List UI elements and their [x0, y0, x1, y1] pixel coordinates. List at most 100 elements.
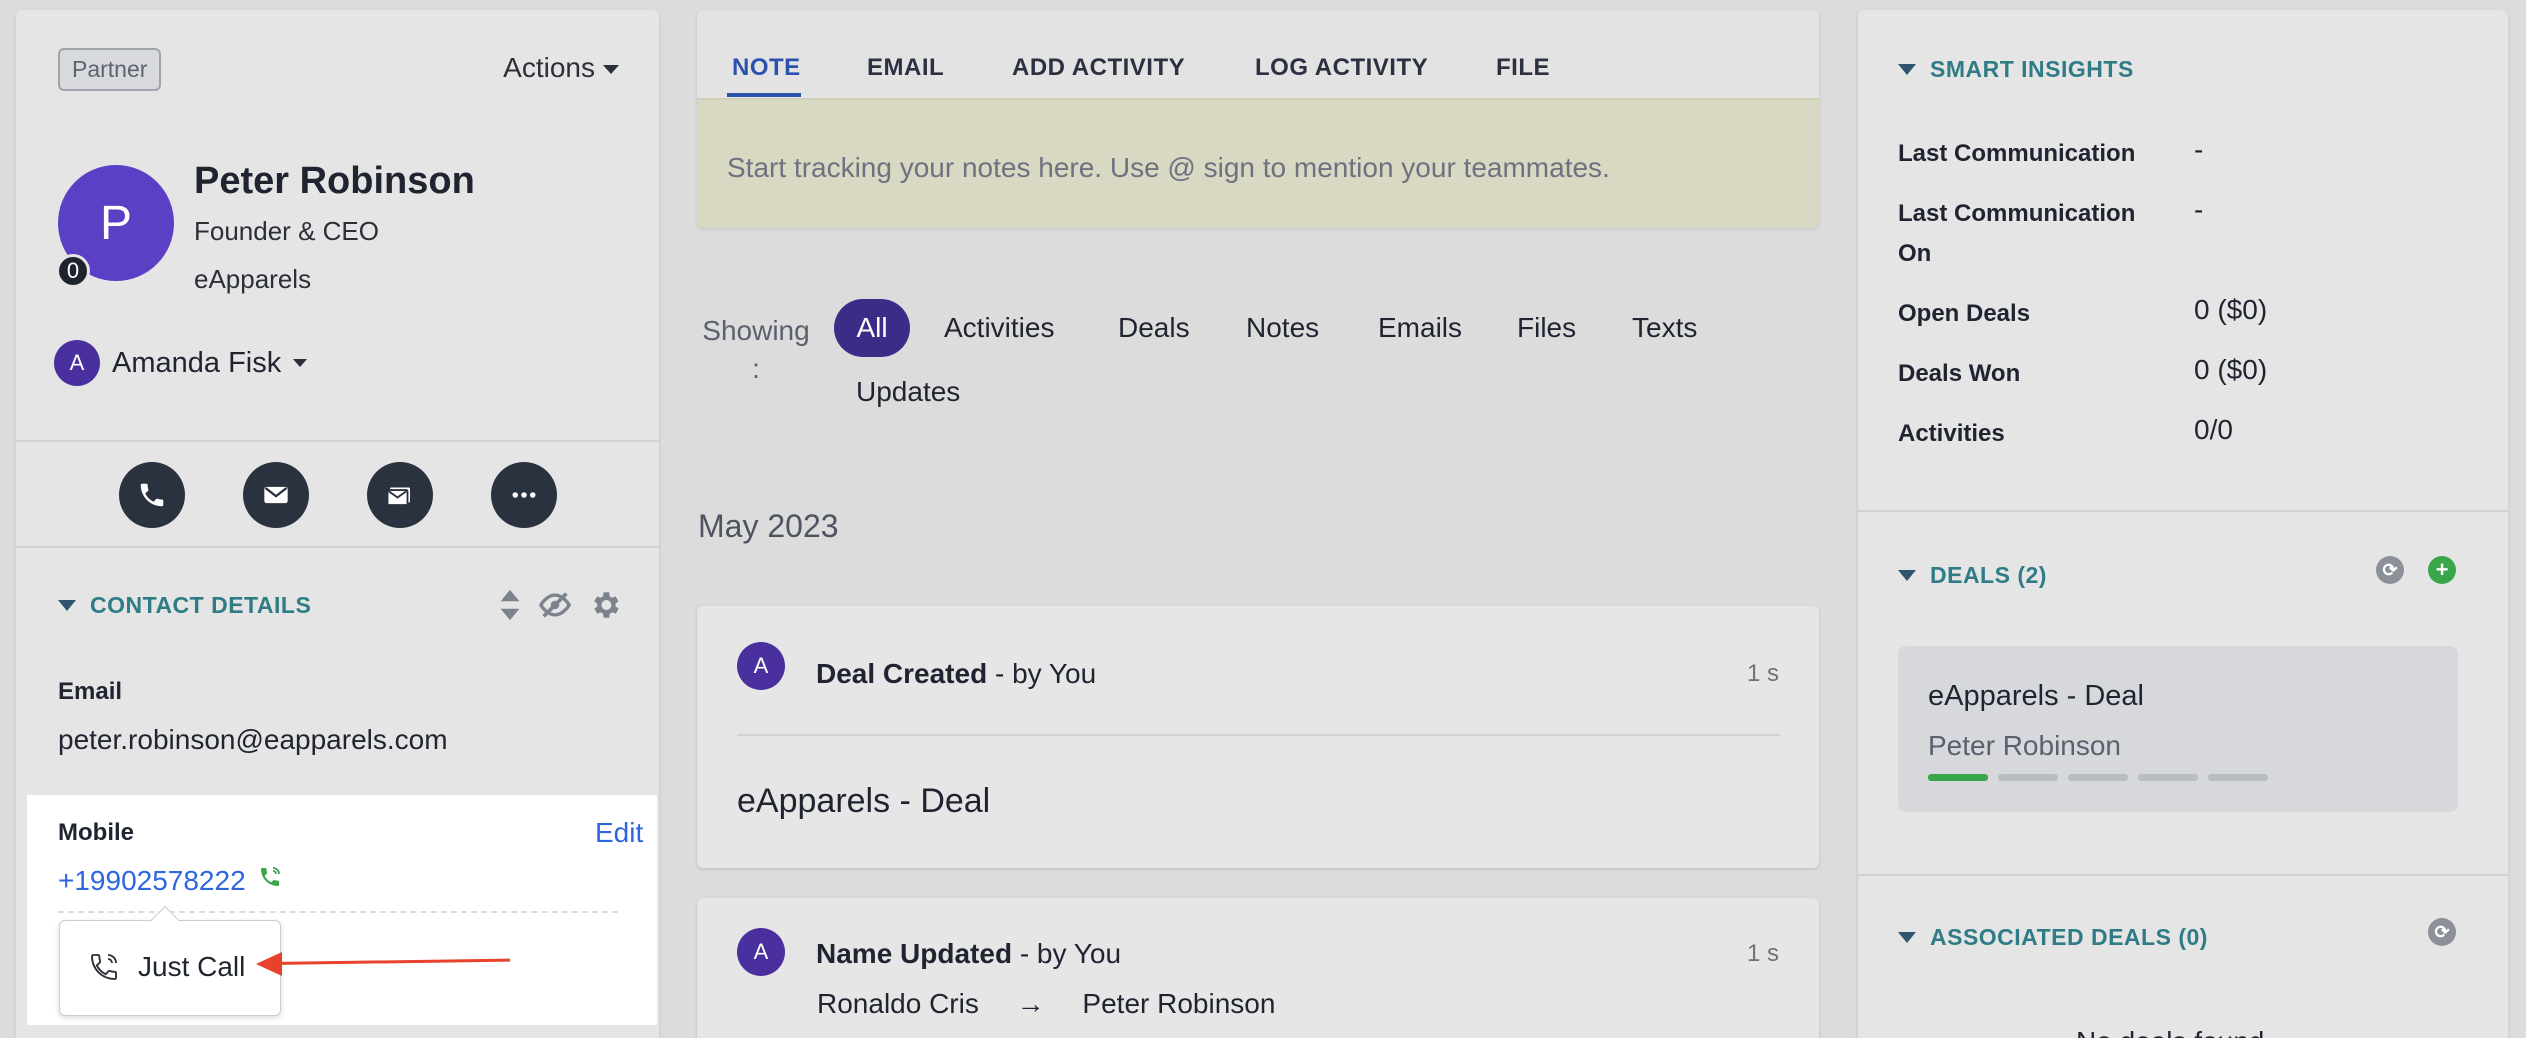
deal-card[interactable]: eApparels - Deal Peter Robinson [1898, 646, 2458, 812]
contact-company[interactable]: eApparels [194, 264, 311, 295]
email-value[interactable]: peter.robinson@eapparels.com [58, 724, 448, 756]
active-tab-underline [727, 93, 801, 97]
email-label: Email [58, 678, 123, 705]
edit-button[interactable]: Edit [595, 817, 643, 849]
call-icon[interactable] [258, 865, 282, 889]
contact-name: Peter Robinson [194, 160, 475, 202]
divider [1858, 874, 2508, 876]
actions-label: Actions [503, 52, 595, 83]
filter-activities[interactable]: Activities [944, 312, 1054, 344]
insight-label: Open Deals [1898, 300, 2031, 327]
email-button[interactable] [243, 462, 309, 528]
timeline-month: May 2023 [698, 508, 839, 544]
arrow-right-icon: → [1016, 988, 1045, 1019]
filter-all[interactable]: All [834, 299, 910, 357]
insight-value: - [2194, 194, 2204, 225]
eye-off-icon[interactable] [538, 588, 572, 622]
deals-toggle[interactable]: DEALS (2) [1898, 562, 2047, 589]
insight-value: - [2194, 134, 2204, 165]
mobile-value: +19902578222 [58, 865, 246, 896]
filter-notes[interactable]: Notes [1246, 312, 1319, 344]
divider [16, 546, 659, 548]
sms-button[interactable] [367, 462, 433, 528]
mobile-field-section: Mobile Edit +19902578222 Just Call [27, 795, 657, 1025]
showing-text: Showing [702, 315, 810, 346]
associated-deals-toggle[interactable]: ASSOCIATED DEALS (0) [1898, 924, 2208, 951]
showing-colon: : [752, 353, 760, 384]
phone-icon [140, 483, 164, 507]
deals-heading: DEALS (2) [1930, 562, 2047, 588]
filter-deals[interactable]: Deals [1118, 312, 1190, 344]
activity-by: - by You [1012, 938, 1122, 969]
divider [16, 440, 659, 442]
caret-down-icon [58, 600, 76, 611]
owner-selector[interactable]: A Amanda Fisk [54, 340, 308, 386]
activity-title-main: Name Updated [816, 938, 1013, 969]
tab-file[interactable]: FILE [1496, 54, 1550, 82]
contact-title: Founder & CEO [194, 216, 379, 246]
deal-stage-segment [2068, 774, 2128, 781]
actions-menu-button[interactable]: Actions [503, 52, 619, 84]
insight-value: 0 ($0) [2194, 294, 2268, 325]
insight-label: Last Communication On [1898, 200, 2136, 267]
activity-by: - by You [987, 658, 1097, 689]
partner-badge: Partner [58, 48, 162, 91]
refresh-icon[interactable]: ⟳ [2428, 918, 2456, 946]
filter-texts[interactable]: Texts [1632, 312, 1697, 344]
deal-stage-segment [2138, 774, 2198, 781]
tab-add-activity[interactable]: ADD ACTIVITY [1012, 54, 1185, 82]
caret-down-icon [603, 65, 619, 75]
timeline-card-deal-created: A Deal Created - by You 1 s eApparels - … [697, 606, 1819, 868]
contact-details-toggle[interactable]: CONTACT DETAILS [58, 592, 311, 619]
filter-updates[interactable]: Updates [856, 376, 960, 408]
new-name: Peter Robinson [1082, 988, 1276, 1019]
mobile-phone-link[interactable]: +19902578222 [58, 865, 246, 897]
activity-avatar: A [737, 928, 785, 976]
deal-stage-segment [1928, 774, 1988, 781]
note-input[interactable]: Start tracking your notes here. Use @ si… [697, 98, 1819, 228]
add-icon[interactable]: + [2428, 556, 2456, 584]
call-button[interactable] [119, 462, 185, 528]
sort-icon[interactable] [496, 588, 524, 622]
tab-log-activity[interactable]: LOG ACTIVITY [1255, 54, 1428, 82]
owner-name: Amanda Fisk [112, 346, 282, 379]
dashed-divider [58, 911, 618, 913]
no-deals-message: No deals found [2076, 1026, 2264, 1038]
deal-stage-segment [1998, 774, 2058, 781]
card-divider [737, 734, 1780, 736]
associated-deals-heading: ASSOCIATED DEALS (0) [1930, 924, 2208, 950]
activity-avatar: A [737, 642, 785, 690]
refresh-icon[interactable]: ⟳ [2376, 556, 2404, 584]
gear-icon[interactable] [588, 588, 622, 622]
insight-value: 0/0 [2194, 414, 2233, 445]
annotation-arrow-head [256, 952, 282, 976]
showing-label: Showing : [700, 312, 812, 388]
filter-files[interactable]: Files [1517, 312, 1576, 344]
more-button[interactable] [491, 462, 557, 528]
composer-panel: NOTE EMAIL ADD ACTIVITY LOG ACTIVITY FIL… [697, 10, 1819, 228]
insights-panel: SMART INSIGHTS Last Communication - Last… [1858, 10, 2508, 1038]
deal-stage-segment [2208, 774, 2268, 781]
insight-label: Deals Won [1898, 360, 2021, 387]
caret-down-icon [1898, 570, 1916, 581]
caret-down-icon [1898, 932, 1916, 943]
owner-avatar: A [54, 340, 100, 386]
activity-time: 1 s [1747, 660, 1780, 687]
caret-down-icon [293, 359, 308, 367]
just-call-label: Just Call [138, 951, 246, 982]
mobile-label: Mobile [58, 819, 134, 846]
more-icon [512, 492, 536, 498]
avatar-count-badge: 0 [56, 254, 90, 288]
just-call-option[interactable]: Just Call [88, 951, 245, 983]
deal-link[interactable]: eApparels - Deal [737, 782, 990, 821]
tab-note[interactable]: NOTE [732, 54, 801, 82]
insight-label: Last Communication [1898, 140, 2136, 167]
filter-emails[interactable]: Emails [1378, 312, 1462, 344]
tab-email[interactable]: EMAIL [867, 54, 944, 82]
deal-contact: Peter Robinson [1928, 730, 2122, 761]
note-placeholder: Start tracking your notes here. Use @ si… [727, 152, 1610, 183]
activity-title: Deal Created - by You [816, 658, 1096, 690]
divider [1858, 510, 2508, 512]
smart-insights-toggle[interactable]: SMART INSIGHTS [1898, 56, 2134, 83]
caret-down-icon [1898, 64, 1916, 75]
